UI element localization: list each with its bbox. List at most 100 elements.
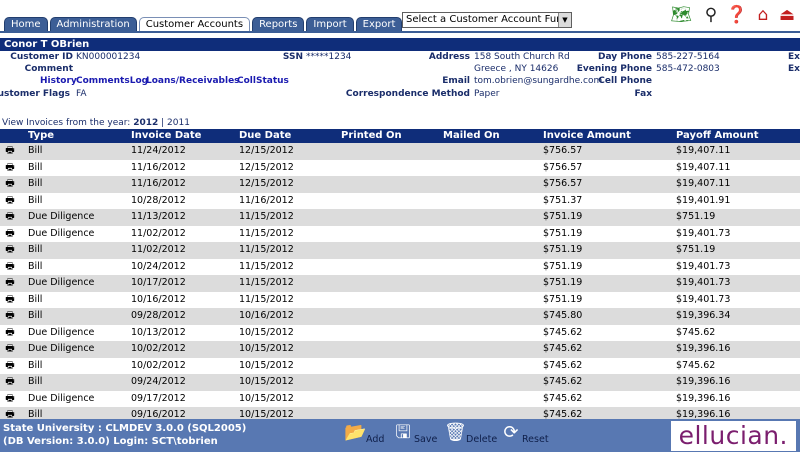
cell-invoice-date: 10/17/2012 xyxy=(131,277,186,288)
printer-icon[interactable]: 🖶 xyxy=(3,292,17,309)
cell-invoice-amount: $756.57 xyxy=(543,178,583,189)
ssn-value: *****1234 xyxy=(306,52,352,62)
col-header-mailed-on[interactable]: Mailed On xyxy=(443,129,500,143)
reset-button[interactable]: ⟳ Reset xyxy=(500,421,550,449)
cell-type: Due Diligence xyxy=(28,277,95,288)
col-header-due-date[interactable]: Due Date xyxy=(239,129,291,143)
cell-payoff-amount: $19,396.34 xyxy=(676,310,731,321)
table-row[interactable]: 🖶 Bill 10/28/2012 11/16/2012 $751.37 $19,401.… xyxy=(0,193,800,210)
printer-icon[interactable]: 🖶 xyxy=(3,209,17,226)
exit-icon[interactable]: ⏏ xyxy=(776,4,798,26)
table-row[interactable]: 🖶 Bill 11/16/2012 12/15/2012 $756.57 $19,407.… xyxy=(0,160,800,177)
coll-status-link[interactable]: CollStatus xyxy=(237,76,289,86)
cell-type: Bill xyxy=(28,145,43,156)
cell-due-date: 11/15/2012 xyxy=(239,227,294,239)
account-function-select[interactable]: Select a Customer Account Function ▼ xyxy=(402,12,572,28)
cell-invoice-amount: $745.62 xyxy=(543,326,583,338)
printer-icon[interactable]: 🖶 xyxy=(3,193,17,210)
cell-invoice-amount: $751.19 xyxy=(543,293,583,305)
cell-type: Bill xyxy=(28,293,43,305)
help-document-icon[interactable]: ❓ xyxy=(726,4,748,26)
cell-type: Bill xyxy=(28,194,43,206)
reset-icon: ⟳ xyxy=(503,422,519,443)
col-header-printed-on[interactable]: Printed On xyxy=(341,129,402,143)
table-row[interactable]: 🖶 Due Diligence 11/02/2012 11/15/2012 $751.1… xyxy=(0,226,800,243)
printer-icon[interactable]: 🖶 xyxy=(3,160,17,177)
cell-due-date: 11/15/2012 xyxy=(239,277,294,288)
year-2012-link[interactable]: 2012 xyxy=(133,118,158,128)
printer-icon[interactable]: 🖶 xyxy=(3,176,17,193)
printer-icon[interactable]: 🖶 xyxy=(3,143,17,160)
table-row[interactable]: 🖶 Due Diligence 09/17/2012 10/15/2012 $745.6… xyxy=(0,391,800,408)
home-icon[interactable]: ⌂ xyxy=(752,4,774,26)
cell-invoice-amount: $745.62 xyxy=(543,359,583,371)
cell-type: Due Diligence xyxy=(28,326,95,338)
cell-invoice-amount: $751.19 xyxy=(543,277,583,288)
table-row[interactable]: 🖶 Bill 09/24/2012 10/15/2012 $745.62 $19,396.… xyxy=(0,374,800,391)
cell-invoice-amount: $745.62 xyxy=(543,376,583,387)
add-button[interactable]: 📂 Add xyxy=(344,421,386,449)
table-row[interactable]: 🖶 Due Diligence 11/13/2012 11/15/2012 $751.1… xyxy=(0,209,800,226)
top-navigation: Home Administration Customer Accounts Re… xyxy=(0,0,800,36)
table-row[interactable]: 🖶 Bill 10/24/2012 11/15/2012 $751.19 $19,401.… xyxy=(0,259,800,276)
delete-button[interactable]: 🗑 Delete xyxy=(444,421,497,449)
customer-info-panel: Customer ID KN000001234 Comment History … xyxy=(0,51,800,113)
correspondence-value: Paper xyxy=(474,89,500,99)
printer-icon[interactable]: 🖶 xyxy=(3,259,17,276)
printer-icon[interactable]: 🖶 xyxy=(3,341,17,358)
cell-payoff-amount: $19,401.91 xyxy=(676,194,731,206)
cell-payoff-amount: $19,407.11 xyxy=(676,145,731,156)
cell-type: Bill xyxy=(28,310,43,321)
printer-icon[interactable]: 🖶 xyxy=(3,226,17,243)
table-row[interactable]: 🖶 Bill 09/28/2012 10/16/2012 $745.80 $19,396.… xyxy=(0,308,800,325)
tab-administration[interactable]: Administration xyxy=(49,17,137,32)
table-row[interactable]: 🖶 Due Diligence 10/13/2012 10/15/2012 $745.6… xyxy=(0,325,800,342)
printer-icon[interactable]: 🖶 xyxy=(3,374,17,391)
col-header-invoice-amount[interactable]: Invoice Amount xyxy=(543,129,631,143)
printer-icon[interactable]: 🖶 xyxy=(3,308,17,325)
table-row[interactable]: 🖶 Bill 11/24/2012 12/15/2012 $756.57 $19,407.… xyxy=(0,143,800,160)
table-row[interactable]: 🖶 Bill 10/02/2012 10/15/2012 $745.62 $745.62 xyxy=(0,358,800,375)
cell-type: Bill xyxy=(28,178,43,189)
col-header-invoice-date[interactable]: Invoice Date xyxy=(131,129,201,143)
cell-payoff-amount: $19,407.11 xyxy=(676,161,731,173)
printer-icon[interactable]: 🖶 xyxy=(3,391,17,408)
col-header-type[interactable]: Type xyxy=(28,129,54,143)
printer-icon[interactable]: 🖶 xyxy=(3,242,17,259)
cell-payoff-amount: $19,396.16 xyxy=(676,392,731,404)
tab-export[interactable]: Export xyxy=(355,17,403,32)
year-2011-link[interactable]: 2011 xyxy=(167,118,190,128)
printer-icon[interactable]: 🖶 xyxy=(3,358,17,375)
binoculars-icon[interactable]: ⚲ xyxy=(700,4,722,26)
cell-invoice-date: 09/24/2012 xyxy=(131,376,186,387)
history-link[interactable]: History xyxy=(40,76,77,86)
col-header-payoff-amount[interactable]: Payoff Amount xyxy=(676,129,759,143)
cell-type: Due Diligence xyxy=(28,227,95,239)
comments-log-link[interactable]: CommentsLog xyxy=(76,76,148,86)
table-row[interactable]: 🖶 Due Diligence 10/02/2012 10/15/2012 $745.6… xyxy=(0,341,800,358)
day-phone-value: 585-227-5164 xyxy=(656,52,720,62)
cell-invoice-date: 09/17/2012 xyxy=(131,392,186,404)
cell-type: Due Diligence xyxy=(28,211,95,222)
ex-label-2: Ex xyxy=(788,64,800,74)
printer-icon[interactable]: 🖶 xyxy=(3,325,17,342)
printer-icon[interactable]: 🖶 xyxy=(3,275,17,292)
cell-invoice-date: 11/13/2012 xyxy=(131,211,186,222)
table-row[interactable]: 🖶 Due Diligence 10/17/2012 11/15/2012 $751.1… xyxy=(0,275,800,292)
tab-home[interactable]: Home xyxy=(4,17,48,32)
cell-invoice-date: 11/16/2012 xyxy=(131,161,186,173)
tab-reports[interactable]: Reports xyxy=(252,17,305,32)
chevron-down-icon[interactable]: ▼ xyxy=(558,13,571,27)
table-row[interactable]: 🖶 Bill 11/02/2012 11/15/2012 $751.19 $751.19 xyxy=(0,242,800,259)
cell-payoff-amount: $19,401.73 xyxy=(676,227,731,239)
tab-import[interactable]: Import xyxy=(306,17,354,32)
tab-customer-accounts[interactable]: Customer Accounts xyxy=(138,17,251,32)
invoice-table: Type Invoice Date Due Date Printed On Ma… xyxy=(0,129,800,424)
cell-invoice-amount: $745.80 xyxy=(543,310,583,321)
table-row[interactable]: 🖶 Bill 11/16/2012 12/15/2012 $756.57 $19,407.… xyxy=(0,176,800,193)
map-icon[interactable]: 🗺 xyxy=(670,4,692,26)
loans-receivables-link[interactable]: Loans/Receivables xyxy=(146,76,240,86)
footer-bar: State University : CLMDEV 3.0.0 (SQL2005… xyxy=(0,419,800,452)
save-button[interactable]: 🖫 Save xyxy=(392,421,437,449)
table-row[interactable]: 🖶 Bill 10/16/2012 11/15/2012 $751.19 $19,401.… xyxy=(0,292,800,309)
